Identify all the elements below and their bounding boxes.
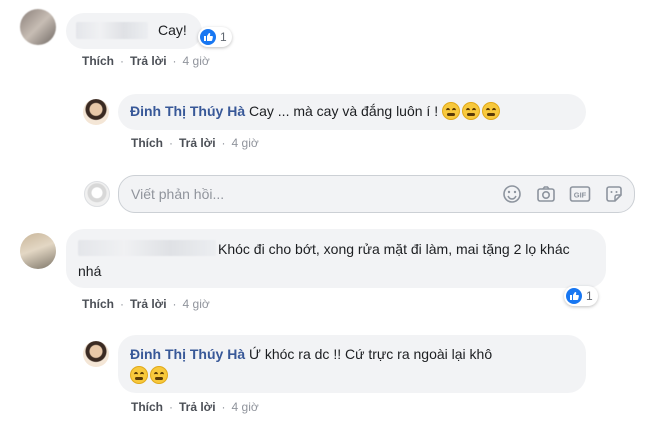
- like-link[interactable]: Thích: [131, 136, 163, 150]
- separator: ·: [169, 400, 173, 414]
- reply-text: Ứ khóc ra dc !! Cứ trực ra ngoài lại khô: [249, 346, 493, 362]
- reply-input[interactable]: Viết phản hồi... GIF: [118, 175, 635, 213]
- reply-link[interactable]: Trả lời: [179, 400, 216, 414]
- timestamp[interactable]: 4 giờ: [232, 136, 259, 150]
- sticker-icon[interactable]: [602, 182, 626, 206]
- emoji-icon[interactable]: [500, 182, 524, 206]
- emoji-icon: [462, 102, 480, 120]
- timestamp[interactable]: 4 giờ: [183, 297, 210, 311]
- emoji-icon: [150, 366, 168, 384]
- svg-text:GIF: GIF: [574, 191, 587, 200]
- like-icon: [566, 288, 582, 304]
- author-name[interactable]: Đinh Thị Thúy Hà: [130, 103, 245, 119]
- emoji-icon: [482, 102, 500, 120]
- separator: ·: [120, 54, 124, 68]
- emoji-icon: [130, 366, 148, 384]
- avatar[interactable]: [83, 341, 109, 367]
- reaction-count: 1: [220, 30, 227, 44]
- reply-input-placeholder: Viết phản hồi...: [131, 186, 225, 202]
- camera-icon[interactable]: [534, 182, 558, 206]
- reply-link[interactable]: Trả lời: [179, 136, 216, 150]
- current-user-avatar: [84, 181, 110, 207]
- comment-actions: Thích · Trả lời · 4 giờ: [82, 297, 210, 311]
- comment-bubble: Khóc đi cho bớt, xong rửa mặt đi làm, ma…: [66, 229, 606, 288]
- timestamp[interactable]: 4 giờ: [232, 400, 259, 414]
- reply-text: Cay ... mà cay và đắng luôn í !: [249, 103, 439, 119]
- redacted-author-name: [76, 22, 148, 39]
- comment-text: Cay!: [158, 22, 187, 38]
- reply-link[interactable]: Trả lời: [130, 297, 167, 311]
- comment-actions: Thích · Trả lời · 4 giờ: [82, 54, 210, 68]
- like-link[interactable]: Thích: [82, 54, 114, 68]
- separator: ·: [221, 136, 226, 150]
- like-link[interactable]: Thích: [82, 297, 114, 311]
- separator: ·: [120, 297, 124, 311]
- gif-icon[interactable]: GIF: [568, 182, 592, 206]
- reaction-count-badge[interactable]: 1: [198, 27, 232, 47]
- redacted-author-name: [78, 240, 216, 256]
- reply-actions: Thích · Trả lời · 4 giờ: [131, 400, 259, 414]
- separator: ·: [172, 297, 177, 311]
- avatar[interactable]: [20, 9, 56, 45]
- separator: ·: [172, 54, 177, 68]
- separator: ·: [221, 400, 226, 414]
- separator: ·: [169, 136, 173, 150]
- comment-bubble: Cay!: [66, 13, 202, 49]
- like-link[interactable]: Thích: [131, 400, 163, 414]
- reply-link[interactable]: Trả lời: [130, 54, 167, 68]
- avatar[interactable]: [83, 99, 109, 125]
- timestamp[interactable]: 4 giờ: [183, 54, 210, 68]
- avatar[interactable]: [20, 233, 56, 269]
- reaction-count: 1: [586, 289, 593, 303]
- reply-bubble: Đinh Thị Thúy Hà Ứ khóc ra dc !! Cứ trực…: [118, 335, 586, 393]
- author-name[interactable]: Đinh Thị Thúy Hà: [130, 346, 245, 362]
- reaction-count-badge[interactable]: 1: [564, 286, 598, 306]
- reply-actions: Thích · Trả lời · 4 giờ: [131, 136, 259, 150]
- like-icon: [200, 29, 216, 45]
- reply-bubble: Đinh Thị Thúy Hà Cay ... mà cay và đắng …: [118, 94, 586, 130]
- emoji-icon: [442, 102, 460, 120]
